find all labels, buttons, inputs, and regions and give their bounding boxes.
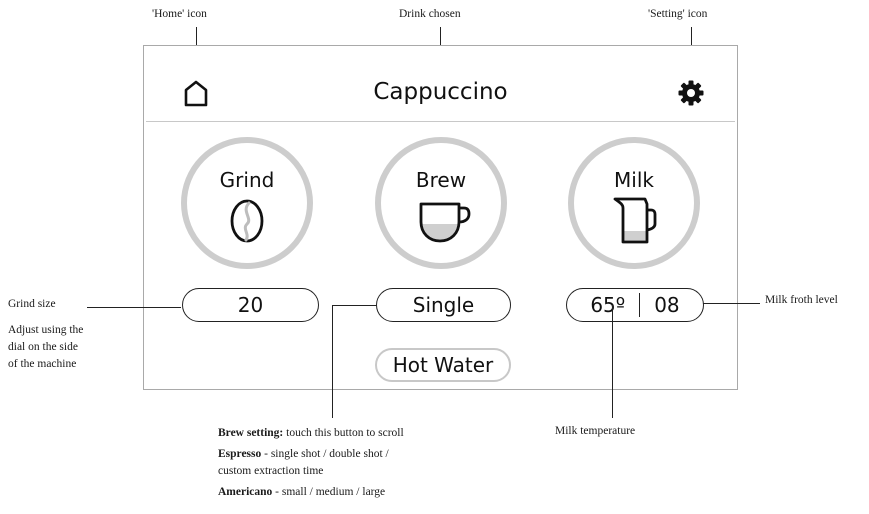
- header-divider: [146, 121, 735, 122]
- annotation-brew-setting: Brew setting: touch this button to scrol…: [218, 425, 404, 501]
- gear-icon[interactable]: [677, 79, 705, 107]
- hot-water-button[interactable]: Hot Water: [375, 348, 511, 382]
- espresso-text-1: - single shot / double shot /: [261, 448, 389, 460]
- annotation-home-icon: 'Home' icon: [152, 8, 207, 20]
- annotation-grind-size: Grind size: [8, 298, 56, 310]
- americano-text: - small / medium / large: [272, 486, 386, 498]
- brew-setting-button[interactable]: Single: [376, 288, 511, 322]
- leader-line-brew-v: [332, 305, 333, 418]
- brew-setting-text: Single: [412, 293, 475, 317]
- leader-line-froth: [703, 303, 760, 304]
- hot-water-label: Hot Water: [392, 353, 494, 377]
- grind-note-line-2: dial on the side: [8, 341, 78, 353]
- milk-settings-pill[interactable]: 65º 08: [566, 288, 704, 322]
- grind-note-line-3: of the machine: [8, 358, 77, 370]
- espresso-line: Espresso - single shot / double shot /: [218, 446, 404, 463]
- coffee-bean-icon: [230, 199, 264, 243]
- grind-size-value: 20: [182, 288, 319, 322]
- drink-title: Cappuccino: [373, 79, 508, 105]
- annotation-milk-temperature: Milk temperature: [555, 425, 636, 437]
- annotation-milk-froth-level: Milk froth level: [765, 294, 838, 306]
- brew-label: Brew: [415, 168, 467, 192]
- espresso-text-2: custom extraction time: [218, 465, 324, 477]
- milk-froth-value[interactable]: 08: [654, 293, 679, 317]
- milk-circle[interactable]: Milk: [568, 137, 700, 269]
- grind-size-text: 20: [237, 293, 264, 317]
- leader-line-milk-temp: [612, 305, 613, 418]
- milk-pill-divider: [639, 293, 641, 317]
- grind-note-line-1: Adjust using the: [8, 324, 84, 336]
- annotation-grind-note: Adjust using the dial on the side of the…: [8, 322, 83, 373]
- brew-setting-bold: Brew setting:: [218, 427, 284, 439]
- brew-circle[interactable]: Brew: [375, 137, 507, 269]
- milk-temperature-value[interactable]: 65º: [590, 293, 625, 317]
- espresso-bold: Espresso: [218, 448, 262, 460]
- brew-setting-text-note: touch this button to scroll: [283, 427, 404, 439]
- grind-circle[interactable]: Grind: [181, 137, 313, 269]
- cup-icon: [419, 202, 471, 243]
- leader-line-brew-h: [332, 305, 377, 306]
- brew-setting-line: Brew setting: touch this button to scrol…: [218, 425, 404, 442]
- annotation-drink-chosen: Drink chosen: [399, 8, 461, 20]
- americano-line: Americano - small / medium / large: [218, 484, 404, 501]
- americano-bold: Americano: [218, 486, 273, 498]
- grind-label: Grind: [219, 168, 275, 192]
- milk-label: Milk: [614, 168, 654, 192]
- leader-line-grind: [87, 307, 181, 308]
- milk-jug-icon: [613, 197, 657, 244]
- annotation-setting-icon: 'Setting' icon: [648, 8, 708, 20]
- touch-screen-panel: Cappuccino Grind Brew Milk 20 Single 65º…: [143, 45, 738, 390]
